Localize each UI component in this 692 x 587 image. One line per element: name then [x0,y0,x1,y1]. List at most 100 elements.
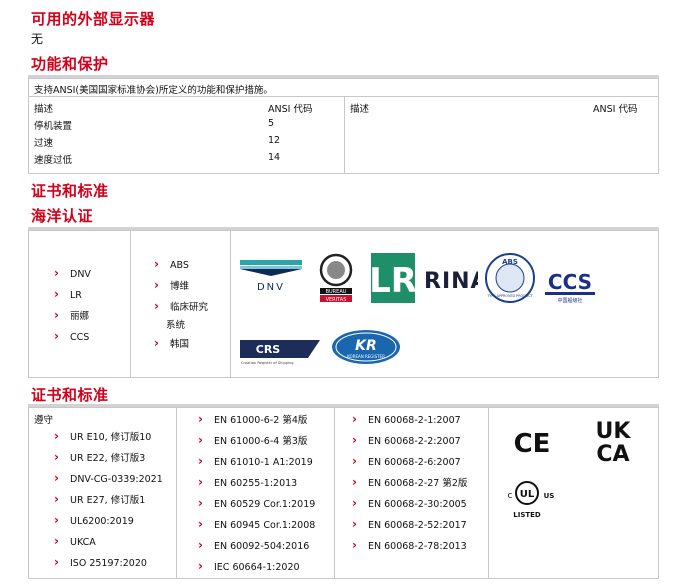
korean-register-text: KR [355,338,377,354]
dnv-logo-stripe [240,260,302,265]
dnv-logo-text: DNV [257,282,285,293]
chevron-right-icon: › [54,329,59,343]
abs-logo: ABS TYPE APPROVED PRODUCT [485,253,535,303]
abs-logo-center [495,263,525,293]
standard-item: › EN 60068-2-78:2013 [352,538,467,552]
protection-row-desc: 速度过低 [34,155,73,166]
standard-item: › EN 60068-2-27 第2版 [352,475,468,489]
crs-logo-text: CRS [256,343,281,356]
chevron-right-icon: › [54,555,59,569]
standard-item: › IEC 60664-1:2020 [198,559,300,573]
marine-list-item: › CCS [54,329,90,343]
marine-list-item: › DNV [54,266,91,280]
marine-list-item: › 博维 [154,278,190,292]
chevron-right-icon: › [198,559,203,573]
protection-row-code: 12 [268,135,281,146]
protection-row-code: 5 [268,118,275,129]
standard-item: › EN 60068-2-6:2007 [352,454,461,468]
standard-item: › UKCA [54,534,96,548]
dnv-logo-stripe [240,266,302,269]
standard-item: › UR E27, 修订版1 [54,492,146,506]
standard-item: › EN 60068-2-2:2007 [352,433,461,447]
protection-intro: 支持ANSI(美国国家标准协会)所定义的功能和保护措施。 [34,85,273,96]
marine-title: 海洋认证 [31,207,94,225]
chevron-right-icon: › [198,454,203,468]
bureau-veritas-text-top: BUREAU [326,289,347,295]
ul-text: UL [520,489,535,500]
chevron-right-icon: › [198,433,203,447]
protection-row-desc: 过速 [34,138,54,149]
standard-item: › EN 60529 Cor.1:2019 [198,496,316,510]
standard-item: › UL6200:2019 [54,513,134,527]
chevron-right-icon: › [352,496,357,510]
chevron-right-icon: › [198,412,203,426]
chevron-right-icon: › [54,534,59,548]
chevron-right-icon: › [352,454,357,468]
protection-title: 功能和保护 [31,55,109,73]
ccs-logo: CCS 中国船级社 [545,270,595,304]
chevron-right-icon: › [54,492,59,506]
marine-col-divider [130,230,131,378]
standard-item: › EN 60068-2-30:2005 [352,496,467,510]
ccs-logo-subtext: 中国船级社 [557,297,582,304]
protection-row-code: 14 [268,152,281,163]
standard-item: › EN 61000-6-4 第3版 [198,433,308,447]
protection-header-code: ANSI 代码 [268,104,313,115]
ukca-mark-text-top: UK [596,419,632,444]
standard-item: › ISO 25197:2020 [54,555,147,569]
protection-header-desc: 描述 [34,104,54,115]
display-value: 无 [31,32,44,46]
standard-item: › EN 61000-6-2 第4版 [198,412,308,426]
marine-list-item: › 临床研究 [154,299,209,313]
standards-comply-label: 遵守 [34,415,54,426]
ccs-logo-text: CCS [548,270,592,294]
ukca-mark-logo: UK CA [596,419,632,466]
chevron-right-icon: › [54,471,59,485]
chevron-right-icon: › [54,266,59,280]
ce-mark-text: CE [514,429,551,458]
marine-list-item: › LR [54,287,82,301]
protection-row-desc: 停机装置 [34,121,73,132]
chevron-right-icon: › [352,517,357,531]
protection-header-desc-2: 描述 [350,104,370,115]
standard-item: › DNV-CG-0339:2021 [54,471,163,485]
lloyds-register-text: LR [370,261,416,301]
chevron-right-icon: › [352,433,357,447]
ul-listed-text: LISTED [513,511,541,519]
chevron-right-icon: › [198,496,203,510]
lloyds-register-logo: LR [370,253,416,303]
ccs-logo-bar [545,292,595,295]
standard-item: › EN 60255-1:2013 [198,475,298,489]
standard-item: › EN 60068-2-52:2017 [352,517,467,531]
standards-col-divider [488,407,489,579]
marine-list-item: › 丽娜 [54,308,90,322]
crs-logo: CRS Croatian Register of Shipping [240,340,320,365]
marine-list-item: › 韩国 [154,336,190,350]
ul-us-text: US [544,492,555,500]
chevron-right-icon: › [154,336,159,350]
chevron-right-icon: › [352,412,357,426]
chevron-right-icon: › [198,517,203,531]
marine-col-divider [230,230,231,378]
bureau-veritas-seal-inner [327,261,345,279]
protection-header-code-2: ANSI 代码 [593,104,638,115]
chevron-right-icon: › [352,538,357,552]
dnv-logo: DNV [240,260,302,293]
chevron-right-icon: › [154,278,159,292]
ce-mark-logo: CE [514,429,551,458]
korean-register-logo: KR KOREAN REGISTER [332,330,400,364]
abs-logo-text: ABS [502,258,518,266]
chevron-right-icon: › [54,287,59,301]
bureau-veritas-text-bottom: VERITAS [326,297,347,303]
ul-c-text: c [508,491,513,501]
bureau-veritas-logo: BUREAU VERITAS [319,253,353,303]
standards-col-divider [334,407,335,579]
chevron-right-icon: › [198,475,203,489]
standard-item: › UR E22, 修订版3 [54,450,146,464]
standard-item: › EN 60092-504:2016 [198,538,310,552]
chevron-right-icon: › [54,429,59,443]
chevron-right-icon: › [352,475,357,489]
chevron-right-icon: › [154,299,159,313]
rina-logo: RINA [424,269,478,294]
ul-listed-logo: c UL US LISTED [508,481,555,519]
